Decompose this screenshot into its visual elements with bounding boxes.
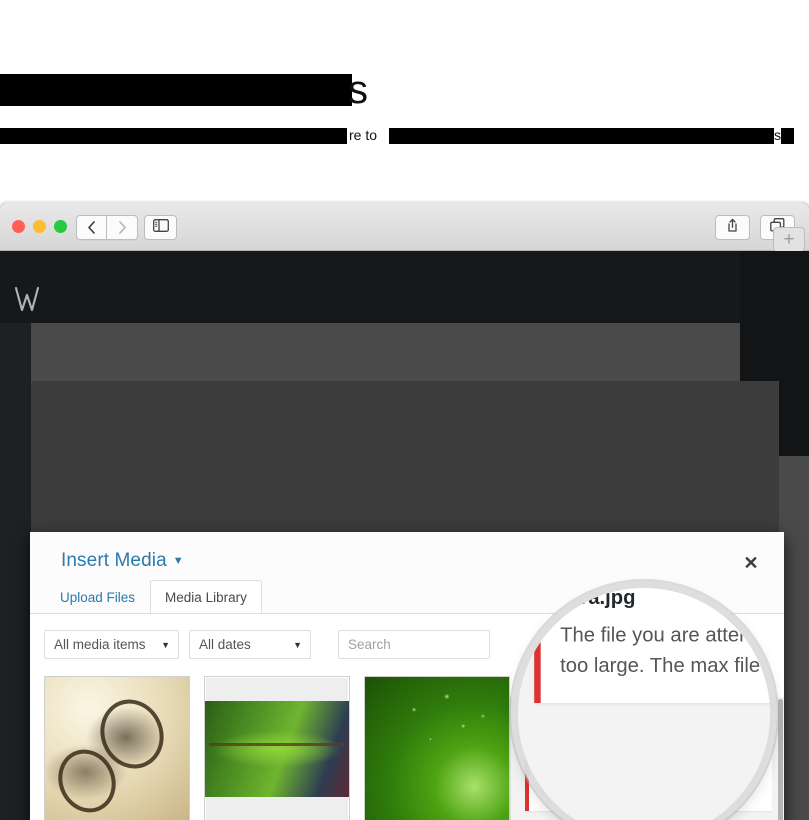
wordpress-logo-icon [14,284,40,319]
upload-error-message-line2: too large. The max file size is 50 KB [541,782,741,796]
modal-header: Insert Media ▼ ✕ Upload Files Media Libra… [30,532,784,615]
close-window-button[interactable] [12,220,25,233]
thumbnail-image [365,677,509,820]
forward-button[interactable] [107,215,138,240]
upload-error-message-line1: The file you are attempting to uplo [541,763,731,777]
modal-title-text: Insert Media [61,550,167,571]
window-controls [12,220,67,233]
scrollbar-thumb[interactable] [778,699,783,820]
tab-media-library[interactable]: Media Library [150,580,262,615]
modal-body: All media items ▼ All dates ▼ Search UPL… [30,614,784,820]
media-type-filter[interactable]: All media items ▼ [44,630,179,659]
modal-tabs: Upload Files Media Library [45,579,262,615]
wp-admin-menu-column [0,323,31,820]
close-icon[interactable]: ✕ [737,549,765,577]
attachment-green-fern[interactable] [204,676,350,820]
new-tab-button[interactable]: + [773,227,805,252]
article-header: s re to s. [0,0,809,196]
screenshot-root: s re to s. + Insert Media ▼ ✕ Upload Fil… [0,0,809,820]
share-icon [726,218,739,238]
thumbnail-image [205,701,349,797]
toolbar-right-buttons: + [715,215,805,252]
zoom-window-button[interactable] [54,220,67,233]
redacted-title-bar [0,74,352,106]
chevron-down-icon: ▼ [161,639,170,650]
browser-window: + Insert Media ▼ ✕ Upload Files Media Li… [0,203,809,820]
redacted-subtitle-bar-3 [781,128,794,144]
back-button[interactable] [76,215,107,240]
chevron-right-icon [118,221,127,234]
thumbnail-image [45,677,189,820]
minimize-window-button[interactable] [33,220,46,233]
upload-error-filename: lava.jpg [541,740,588,754]
redacted-subtitle-bar-2 [389,128,774,144]
subtitle-fragment-1: re to [349,127,378,143]
media-type-filter-value: All media items [54,637,146,652]
sidebar-toggle-button[interactable] [144,215,177,240]
redacted-subtitle-bar-1 [0,128,347,144]
chevron-left-icon [87,221,96,234]
date-filter-value: All dates [199,637,251,652]
uploading-heading: UPLOADING [525,705,596,717]
panel-scrollbar[interactable] [777,697,784,820]
date-filter[interactable]: All dates ▼ [189,630,311,659]
tab-upload-files[interactable]: Upload Files [45,580,150,614]
browser-titlebar: + [0,203,809,252]
filter-toolbar: All media items ▼ All dates ▼ [44,630,490,659]
chevron-down-icon: ▼ [172,555,184,567]
attachment-glasses-on-letter[interactable] [44,676,190,820]
wp-admin-bar [0,251,809,323]
upload-error-notice: lava.jpg The file you are attempting to … [525,730,772,811]
modal-title[interactable]: Insert Media ▼ [61,550,184,572]
attachment-leaf-with-water-drops[interactable] [364,676,510,820]
navigation-buttons [76,215,138,240]
page-title-visible-tail: s [348,68,368,112]
uploading-panel: UPLOADING lava.jpg The file you are atte… [510,697,784,820]
search-input[interactable] [338,630,490,659]
share-button[interactable] [715,215,750,240]
insert-media-modal: Insert Media ▼ ✕ Upload Files Media Libra… [30,532,784,820]
attachments-grid: VERTICAL FEATURED IMAGE HORIZONTAL FEATU… [44,676,510,820]
chevron-down-icon: ▼ [293,639,302,650]
sidebar-icon [152,218,169,237]
page-viewport: Insert Media ▼ ✕ Upload Files Media Libra… [0,251,809,820]
